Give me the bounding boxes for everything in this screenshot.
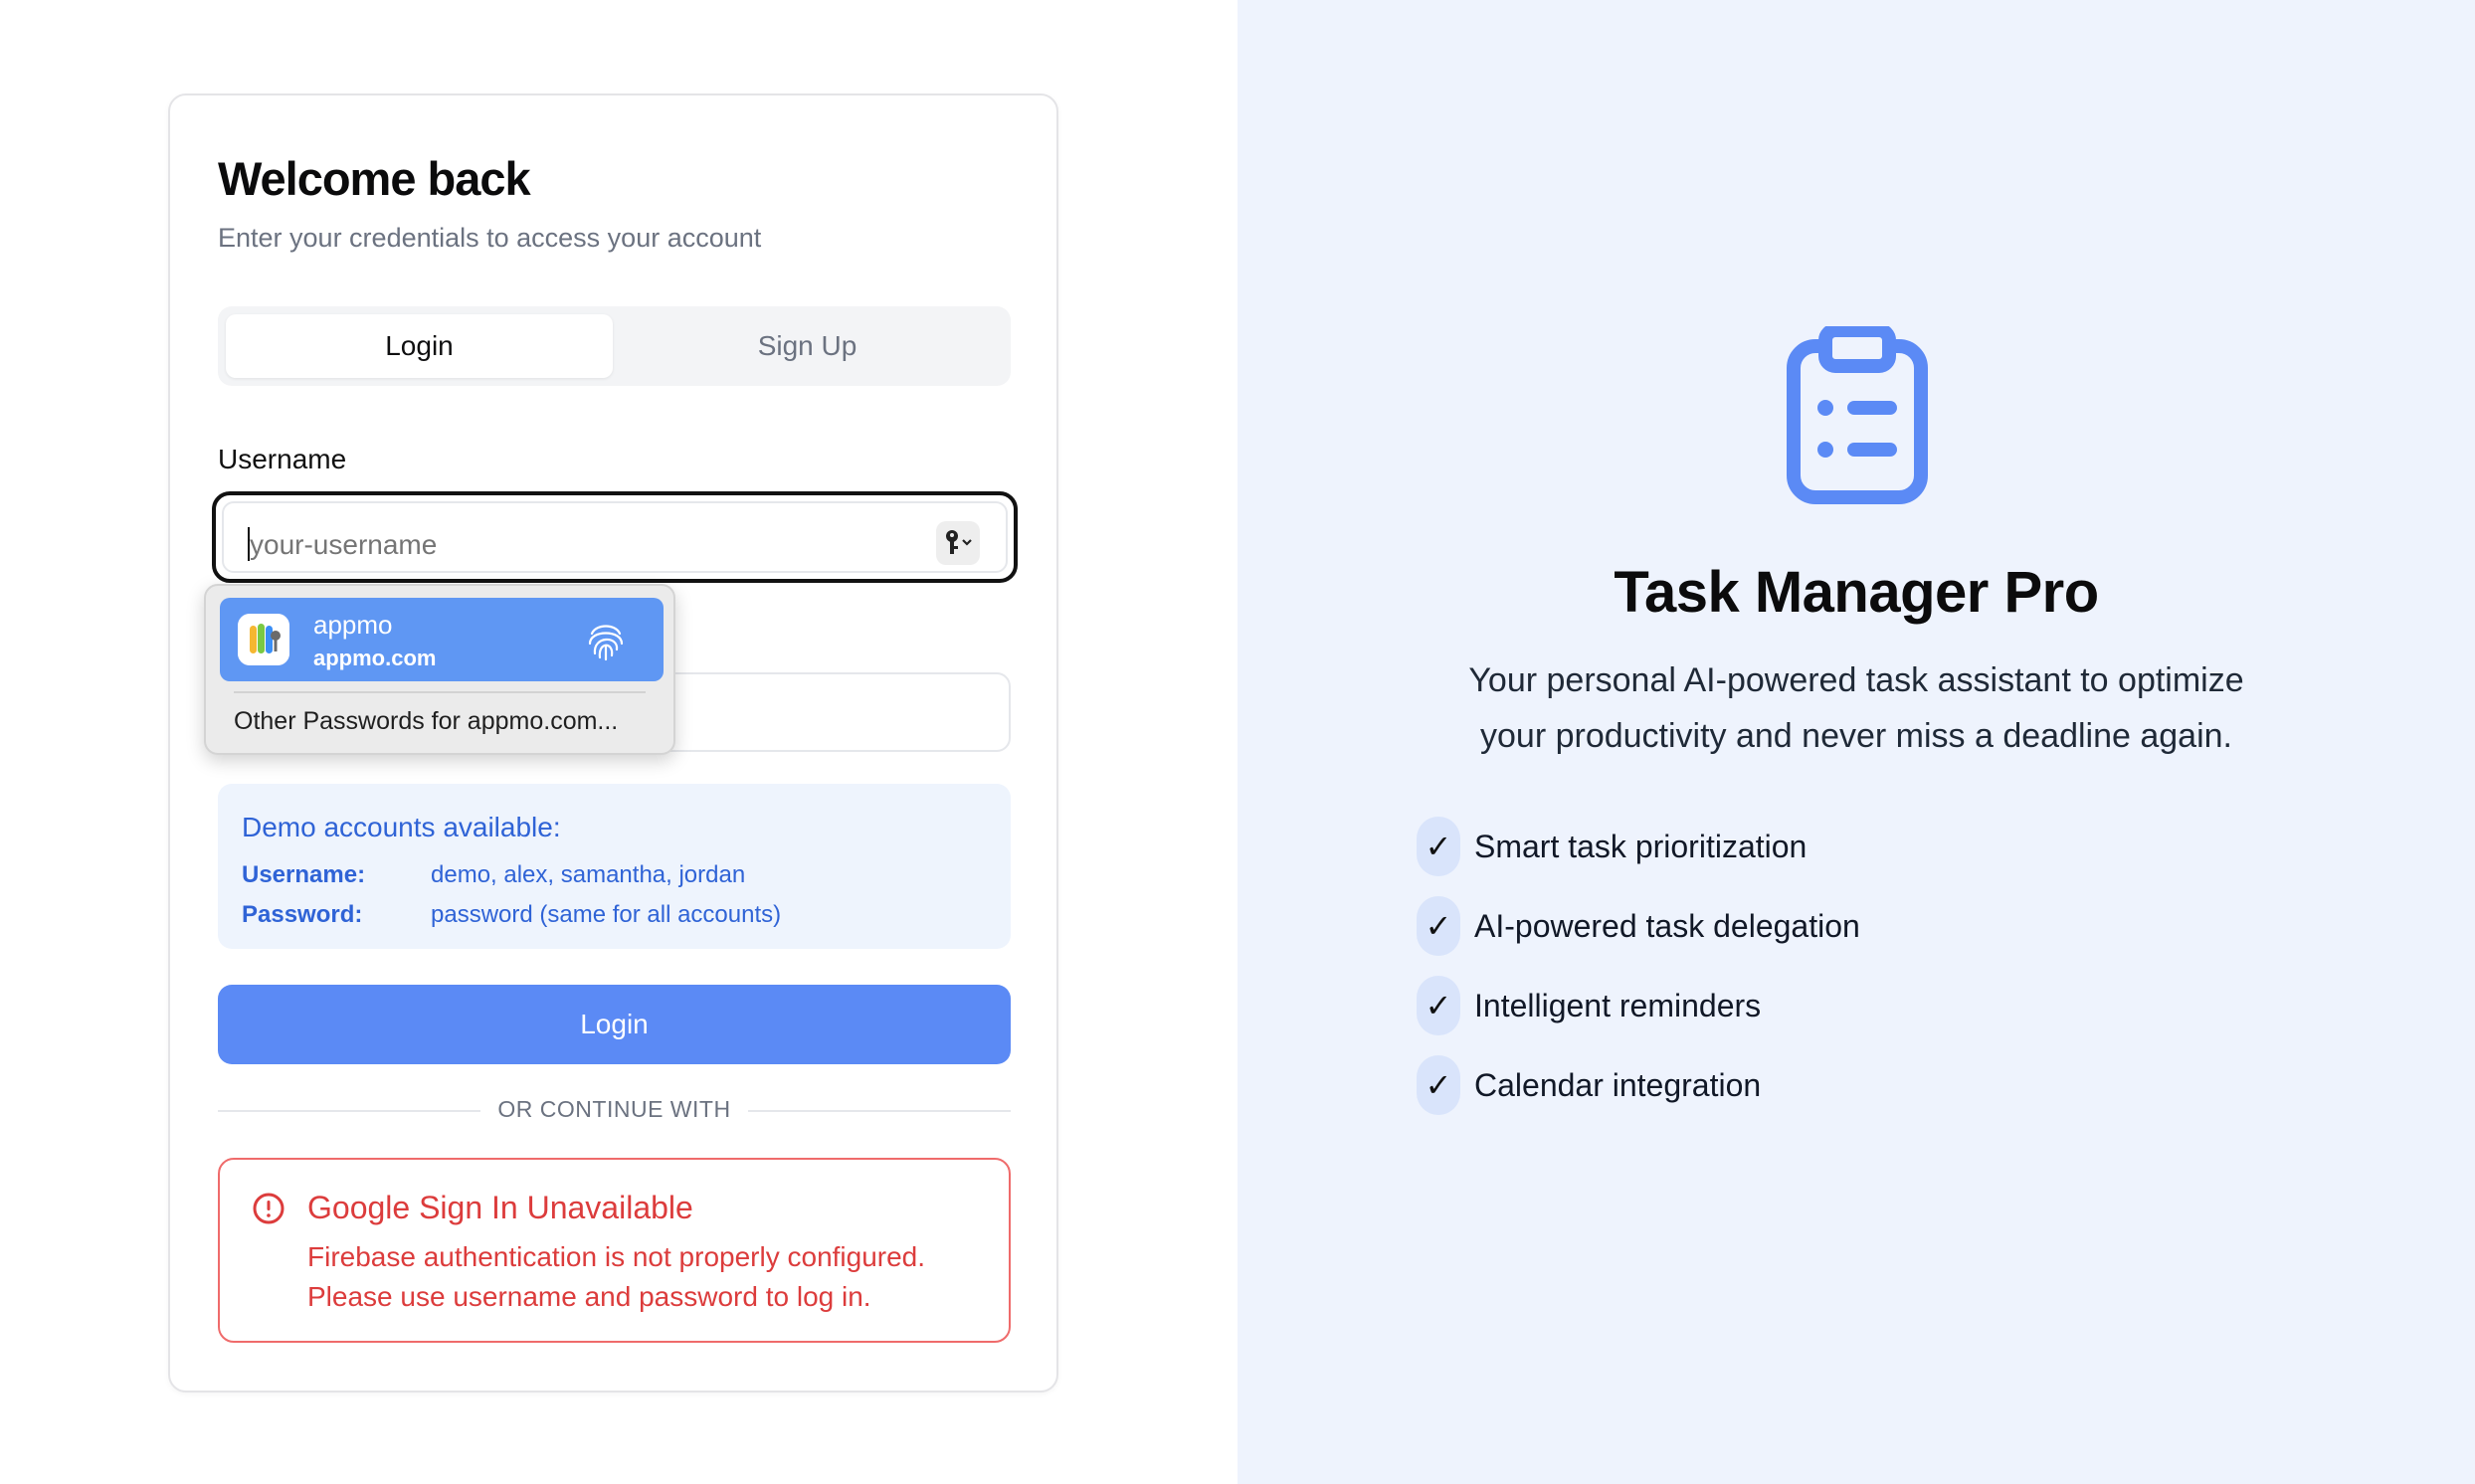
divider-text: OR CONTINUE WITH (497, 1096, 731, 1122)
check-icon: ✓ (1417, 817, 1460, 876)
key-icon (946, 530, 972, 554)
divider-line-right (748, 1110, 1011, 1112)
tab-sign-up[interactable]: Sign Up (614, 314, 1001, 378)
passwords-app-icon (238, 614, 289, 665)
clipboard-list-icon (1787, 326, 1928, 504)
login-pane: Welcome back Enter your credentials to a… (0, 0, 1238, 1484)
feature-item: ✓ AI-powered task delegation (1417, 896, 1860, 956)
product-title: Task Manager Pro (1614, 560, 2099, 625)
promo-pane: Task Manager Pro Your personal AI-powere… (1238, 0, 2475, 1484)
check-icon: ✓ (1417, 1055, 1460, 1115)
divider-line-left (218, 1110, 480, 1112)
demo-accounts-box: Demo accounts available: Username: demo,… (218, 784, 1011, 949)
feature-text: Smart task prioritization (1474, 828, 1808, 864)
page-title: Welcome back (218, 152, 531, 205)
auth-tabs: Login Sign Up (218, 306, 1011, 386)
autofill-credential-item[interactable]: appmo appmo.com (220, 598, 664, 681)
feature-text: AI-powered task delegation (1474, 907, 1860, 944)
demo-title: Demo accounts available: (242, 812, 561, 842)
username-field-focus-ring (212, 491, 1018, 583)
check-icon: ✓ (1417, 976, 1460, 1035)
text-caret (248, 527, 250, 561)
demo-username-key: Username: (242, 861, 366, 888)
demo-password-key: Password: (242, 901, 363, 928)
autofill-account-domain: appmo.com (313, 646, 437, 670)
autofill-separator (234, 691, 646, 693)
feature-item: ✓ Smart task prioritization (1417, 817, 1807, 876)
error-title: Google Sign In Unavailable (307, 1190, 693, 1225)
feature-text: Calendar integration (1474, 1066, 1762, 1103)
autofill-other-passwords[interactable]: Other Passwords for appmo.com... (234, 707, 618, 736)
login-button[interactable]: Login (218, 985, 1011, 1064)
page-subtitle: Enter your credentials to access your ac… (218, 223, 762, 253)
demo-password-value: password (same for all accounts) (431, 901, 782, 928)
autofill-account-name: appmo (313, 610, 393, 640)
error-message: Firebase authentication is not properly … (307, 1241, 926, 1312)
check-icon: ✓ (1417, 896, 1460, 956)
username-label: Username (218, 444, 347, 474)
feature-item: ✓ Intelligent reminders (1417, 976, 1761, 1035)
username-field-border (222, 501, 1008, 573)
username-input[interactable] (250, 529, 886, 561)
google-error-alert: Google Sign In Unavailable Firebase auth… (218, 1158, 1011, 1343)
password-manager-button[interactable] (936, 521, 980, 565)
feature-text: Intelligent reminders (1474, 987, 1762, 1023)
feature-item: ✓ Calendar integration (1417, 1055, 1761, 1115)
password-autofill-popup: appmo appmo.com Other Passwords for appm… (204, 584, 675, 755)
tab-login[interactable]: Login (226, 314, 613, 378)
alert-circle-icon (253, 1193, 285, 1224)
product-description: Your personal AI-powered task assistant … (1468, 661, 2244, 755)
fingerprint-icon (588, 625, 624, 661)
demo-username-value: demo, alex, samantha, jordan (431, 861, 746, 888)
